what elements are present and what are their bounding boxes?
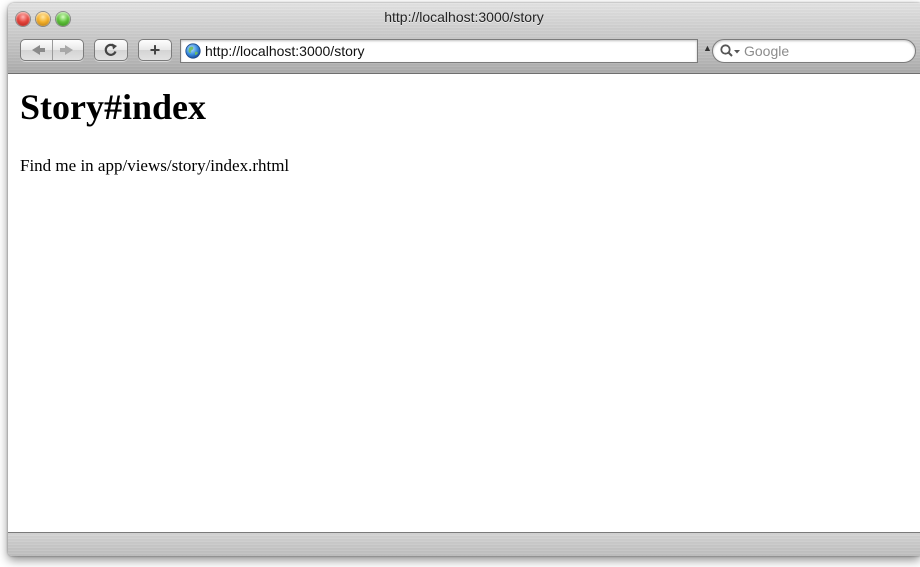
url-text: http://localhost:3000/story	[205, 43, 365, 59]
back-forward-buttons	[20, 39, 84, 61]
search-placeholder: Google	[744, 43, 790, 59]
page-paragraph: Find me in app/views/story/index.rhtml	[20, 156, 290, 175]
add-bookmark-button[interactable]: +	[138, 39, 172, 61]
browser-toolbar: http://localhost:3000/story + http://loc…	[8, 3, 920, 74]
back-arrow-icon	[32, 45, 45, 55]
forward-button[interactable]	[53, 40, 84, 60]
snapback-icon[interactable]: ▲	[703, 43, 712, 53]
reload-button[interactable]	[94, 39, 128, 61]
back-button[interactable]	[21, 40, 53, 60]
page-heading: Story#index	[20, 87, 207, 127]
search-icon	[720, 44, 740, 57]
browser-window: http://localhost:3000/story + http://loc…	[8, 3, 920, 556]
forward-arrow-icon	[60, 45, 73, 55]
search-field[interactable]: Google	[712, 39, 916, 63]
reload-icon	[104, 43, 117, 56]
window-title: http://localhost:3000/story	[384, 9, 544, 25]
url-field[interactable]: http://localhost:3000/story	[180, 39, 698, 63]
status-bar	[8, 532, 920, 556]
plus-icon: +	[149, 40, 161, 60]
page-content: Story#index Find me in app/views/story/i…	[8, 74, 920, 532]
globe-icon	[185, 43, 201, 59]
